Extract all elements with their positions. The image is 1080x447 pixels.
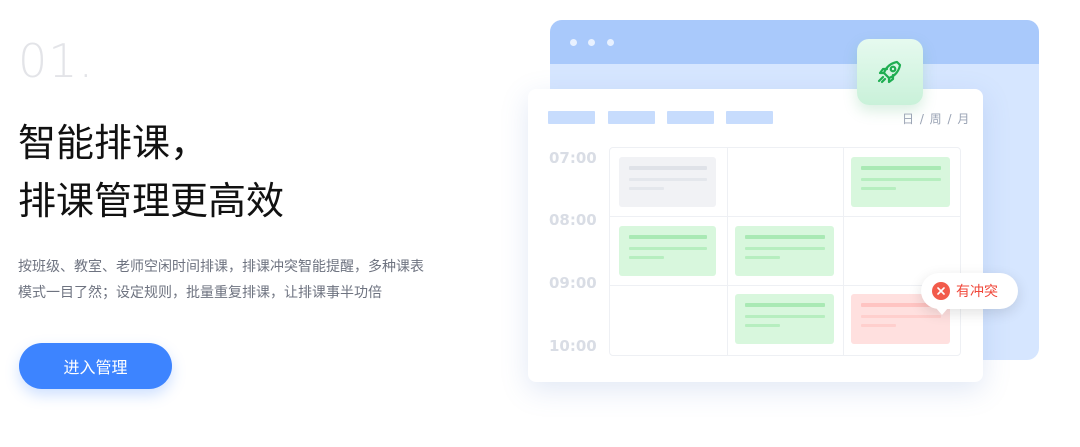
window-dot bbox=[570, 39, 577, 46]
conflict-label: 有冲突 bbox=[956, 284, 998, 300]
rocket-badge bbox=[857, 39, 923, 105]
tab-placeholder bbox=[667, 111, 714, 124]
headline-line-2: 排课管理更高效 bbox=[18, 179, 285, 223]
view-switch: 日 / 周 / 月 bbox=[902, 112, 971, 126]
tab-placeholder bbox=[548, 111, 595, 124]
grid-line bbox=[610, 216, 960, 217]
description-line-1: 按班级、教室、老师空闲时间排课，排课冲突智能提醒，多种课表 bbox=[18, 259, 424, 275]
window-titlebar bbox=[550, 20, 1039, 64]
description-line-2: 模式一目了然；设定规则，批量重复排课，让排课事半功倍 bbox=[18, 285, 382, 301]
grid-line bbox=[610, 285, 960, 286]
time-label: 09:00 bbox=[549, 274, 597, 292]
description: 按班级、教室、老师空闲时间排课，排课冲突智能提醒，多种课表 模式一目了然；设定规… bbox=[18, 254, 488, 306]
conflict-tooltip: 有冲突 bbox=[921, 273, 1018, 315]
grid-line bbox=[843, 148, 844, 355]
rocket-icon bbox=[877, 60, 902, 84]
headline-line-1: 智能排课， bbox=[18, 121, 209, 165]
time-label: 08:00 bbox=[549, 211, 597, 229]
headline: 智能排课， 排课管理更高效 bbox=[18, 114, 284, 230]
enter-management-button[interactable]: 进入管理 bbox=[19, 343, 172, 389]
time-label: 07:00 bbox=[549, 149, 597, 167]
class-block bbox=[735, 226, 834, 276]
class-block bbox=[735, 294, 834, 344]
tab-placeholder bbox=[726, 111, 773, 124]
class-block bbox=[851, 157, 950, 207]
close-icon bbox=[932, 282, 950, 300]
tab-placeholder bbox=[608, 111, 655, 124]
class-block bbox=[619, 226, 716, 276]
window-dot bbox=[588, 39, 595, 46]
class-block-free bbox=[619, 157, 716, 207]
time-label: 10:00 bbox=[549, 337, 597, 355]
grid-line bbox=[727, 148, 728, 355]
window-dot bbox=[607, 39, 614, 46]
step-number: 01. bbox=[18, 34, 95, 88]
